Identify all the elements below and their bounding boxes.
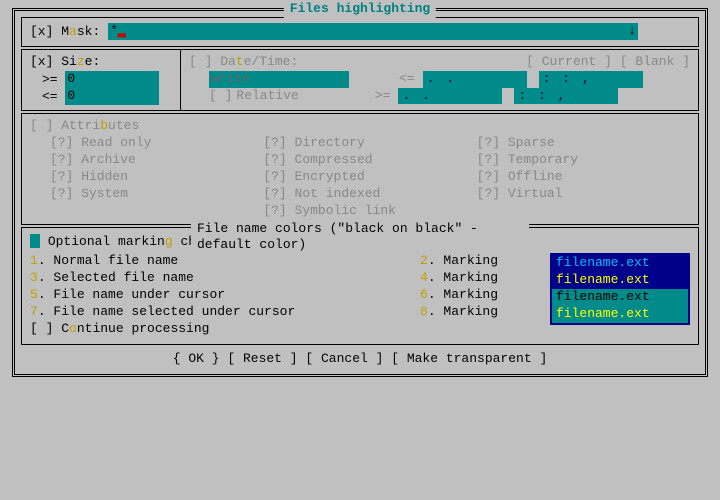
attr-notindexed[interactable]: [?] Not indexed bbox=[263, 186, 476, 203]
sample-selected: filename.ext bbox=[552, 272, 688, 289]
sample-normal: filename.ext bbox=[552, 255, 688, 272]
attr-readonly[interactable]: [?] Read only bbox=[50, 135, 263, 152]
datetime-section: [ ] Date/Time: [ Current ] [ Blank ] wri… bbox=[181, 49, 699, 111]
button-bar: { OK } [ Reset ] [ Cancel ] [ Make trans… bbox=[21, 347, 699, 368]
mask-label: Mask: bbox=[61, 24, 100, 39]
marking-4[interactable]: 4. Marking bbox=[420, 270, 550, 287]
attributes-label: Attributes bbox=[61, 118, 139, 133]
attributes-section: [ ] Attributes [?] Read only [?] Archive… bbox=[21, 113, 699, 224]
colors-title: File name colors ("black on black" - def… bbox=[191, 221, 529, 255]
attr-system[interactable]: [?] System bbox=[50, 186, 263, 203]
caret-icon: ▂ bbox=[118, 23, 126, 38]
attr-directory[interactable]: [?] Directory bbox=[263, 135, 476, 152]
datetime-checkbox[interactable]: [ ] bbox=[189, 54, 212, 69]
relative-label: Relative bbox=[232, 88, 298, 105]
attr-archive[interactable]: [?] Archive bbox=[50, 152, 263, 169]
blank-button[interactable]: [ Blank ] bbox=[620, 54, 690, 69]
attr-col3: [?] Sparse [?] Temporary [?] Offline [?]… bbox=[477, 135, 690, 219]
reset-button[interactable]: [ Reset ] bbox=[227, 351, 297, 366]
color-names-col: 1. Normal file name 3. Selected file nam… bbox=[30, 253, 420, 337]
datetime-label: Date/Time: bbox=[220, 54, 298, 69]
dt-ge-date[interactable]: . . bbox=[398, 88, 502, 105]
size-section: [x] Size: >= 0 <= 0 bbox=[21, 49, 181, 111]
attr-col2: [?] Directory [?] Compressed [?] Encrypt… bbox=[263, 135, 476, 219]
cancel-button[interactable]: [ Cancel ] bbox=[305, 351, 383, 366]
attributes-checkbox[interactable]: [ ] bbox=[30, 118, 53, 133]
marking-2[interactable]: 2. Marking bbox=[420, 253, 550, 270]
dt-ge-time[interactable]: : : , bbox=[514, 88, 618, 105]
attr-virtual[interactable]: [?] Virtual bbox=[477, 186, 690, 203]
continue-processing[interactable]: [ ] Continue processing bbox=[30, 321, 420, 338]
mask-input[interactable]: *▂ bbox=[108, 23, 638, 40]
dt-ge-op: >= bbox=[375, 88, 391, 105]
dialog-files-highlighting: Files highlighting [x] Mask: *▂ [x] Size… bbox=[12, 8, 708, 377]
make-transparent-button[interactable]: [ Make transparent ] bbox=[391, 351, 547, 366]
size-label: Size: bbox=[61, 54, 100, 69]
datetime-type-select[interactable]: write bbox=[209, 71, 349, 88]
color-selcursor[interactable]: 7. File name selected under cursor bbox=[30, 304, 420, 321]
dt-le-op: <= bbox=[399, 71, 415, 88]
attr-col1: [?] Read only [?] Archive [?] Hidden [?]… bbox=[50, 135, 263, 219]
attr-compressed[interactable]: [?] Compressed bbox=[263, 152, 476, 169]
size-ge-op: >= bbox=[42, 72, 58, 87]
ok-button[interactable]: { OK } bbox=[173, 351, 220, 366]
attr-symlink[interactable]: [?] Symbolic link bbox=[263, 203, 476, 220]
mask-checkbox[interactable]: [x] bbox=[30, 24, 53, 39]
attr-sparse[interactable]: [?] Sparse bbox=[477, 135, 690, 152]
current-button[interactable]: [ Current ] bbox=[526, 54, 612, 69]
color-cursor[interactable]: 5. File name under cursor bbox=[30, 287, 420, 304]
size-le-input[interactable]: 0 bbox=[65, 88, 159, 105]
marking-8[interactable]: 8. Marking bbox=[420, 304, 550, 321]
sample-selcursor: filename.ext bbox=[552, 306, 688, 323]
marker-icon bbox=[30, 234, 40, 248]
marking-6[interactable]: 6. Marking bbox=[420, 287, 550, 304]
marking-col: 2. Marking 4. Marking 6. Marking 8. Mark… bbox=[420, 253, 550, 337]
dt-le-time[interactable]: : : , bbox=[539, 71, 643, 88]
attr-offline[interactable]: [?] Offline bbox=[477, 169, 690, 186]
color-normal[interactable]: 1. Normal file name bbox=[30, 253, 420, 270]
dt-le-date[interactable]: . . bbox=[423, 71, 527, 88]
attr-temporary[interactable]: [?] Temporary bbox=[477, 152, 690, 169]
sample-cursor: filename.ext bbox=[552, 289, 688, 306]
relative-checkbox[interactable]: [ ] bbox=[209, 88, 232, 105]
size-datetime-row: [x] Size: >= 0 <= 0 [ ] Date/Time: [ Cur… bbox=[21, 49, 699, 111]
size-le-op: <= bbox=[42, 89, 58, 104]
color-selected[interactable]: 3. Selected file name bbox=[30, 270, 420, 287]
dialog-title: Files highlighting bbox=[284, 1, 436, 18]
colors-section: File name colors ("black on black" - def… bbox=[21, 227, 699, 345]
color-preview: filename.ext filename.ext filename.ext f… bbox=[550, 253, 690, 337]
attr-encrypted[interactable]: [?] Encrypted bbox=[263, 169, 476, 186]
attr-hidden[interactable]: [?] Hidden bbox=[50, 169, 263, 186]
size-ge-input[interactable]: 0 bbox=[65, 71, 159, 88]
size-checkbox[interactable]: [x] bbox=[30, 54, 53, 69]
mask-section: [x] Mask: *▂ bbox=[21, 17, 699, 47]
